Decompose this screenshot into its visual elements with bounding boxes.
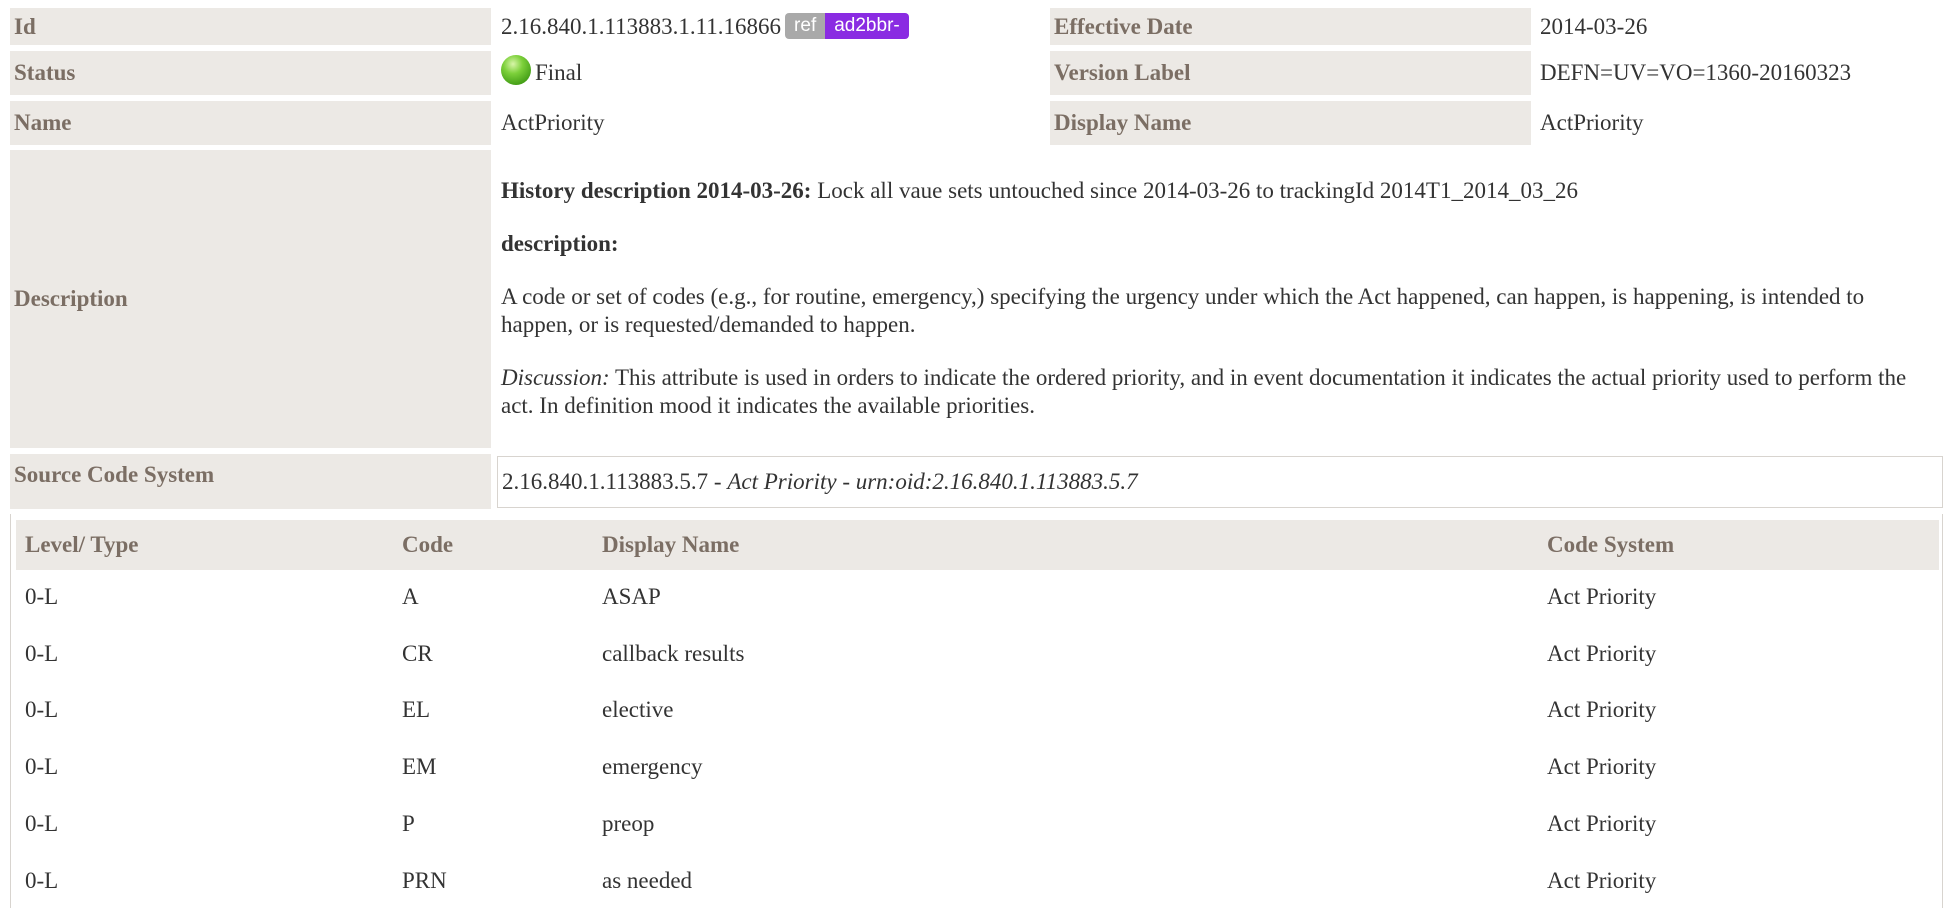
table-row: 0-L EM emergency Act Priority	[16, 745, 1939, 789]
row-display-name: ASAP	[602, 584, 661, 609]
row-level: 0-L	[25, 697, 59, 722]
row-level: 0-L	[25, 584, 59, 609]
row-code: A	[402, 584, 419, 609]
header-code-system: Code System	[1547, 532, 1675, 557]
row-code: PRN	[402, 868, 447, 893]
row-level: 0-L	[25, 754, 59, 779]
effective-date-value: 2014-03-26	[1540, 14, 1648, 39]
source-code-system-value: 2.16.840.1.113883.5.7 - Act Priority - u…	[497, 456, 1943, 508]
effective-date-label: Effective Date	[1050, 8, 1531, 45]
discussion-label: Discussion:	[501, 365, 610, 390]
display-name-label: Display Name	[1050, 101, 1531, 145]
row-code-system: Act Priority	[1547, 641, 1657, 666]
id-value: 2.16.840.1.113883.1.11.16866	[501, 14, 782, 39]
id-value-cell: 2.16.840.1.113883.1.11.16866 ref ad2bbr-	[501, 8, 1041, 45]
row-display-name: as needed	[602, 868, 693, 893]
table-row: 0-L EL elective Act Priority	[16, 688, 1939, 732]
discussion-paragraph: Discussion: This attribute is used in or…	[501, 364, 1941, 420]
header-display-name: Display Name	[602, 532, 740, 557]
valueset-detail-page: Id 2.16.840.1.113883.1.11.16866 ref ad2bbr…	[0, 0, 1946, 908]
source-code-system-label: Source Code System	[10, 454, 491, 509]
source-sep-1: -	[708, 469, 728, 494]
prefix-badge-label: ad2bbr-	[825, 12, 909, 39]
description-content: History description 2014-03-26: Lock all…	[501, 150, 1941, 448]
table-row: 0-L P preop Act Priority	[16, 802, 1939, 846]
description-paragraph: A code or set of codes (e.g., for routin…	[501, 284, 1865, 337]
row-code: P	[402, 811, 415, 836]
row-code-system: Act Priority	[1547, 697, 1657, 722]
description-label: Description	[10, 150, 491, 448]
row-level: 0-L	[25, 641, 59, 666]
table-row: 0-L CR callback results Act Priority	[16, 632, 1939, 676]
ref-badge[interactable]: ref ad2bbr-	[785, 12, 909, 39]
display-name-value: ActPriority	[1540, 110, 1644, 135]
description-label-text: Description	[14, 286, 128, 311]
source-sep-2: -	[836, 469, 856, 494]
row-display-name: elective	[602, 697, 674, 722]
row-level: 0-L	[25, 811, 59, 836]
row-display-name: callback results	[602, 641, 745, 666]
row-display-name: preop	[602, 811, 655, 836]
ref-badge-label: ref	[785, 12, 826, 39]
history-heading: History description 2014-03-26:	[501, 178, 812, 203]
id-label: Id	[10, 8, 491, 45]
row-code-system: Act Priority	[1547, 754, 1657, 779]
header-level-type: Level/ Type	[25, 532, 139, 557]
header-code: Code	[402, 532, 454, 557]
status-label: Status	[10, 51, 491, 95]
version-label-value: DEFN=UV=VO=1360-20160323	[1540, 60, 1852, 85]
row-display-name: emergency	[602, 754, 703, 779]
source-oid: 2.16.840.1.113883.5.7	[502, 469, 709, 494]
concept-table-header: Level/ Type Code Display Name Code Syste…	[16, 520, 1939, 570]
status-value-cell: Final	[501, 51, 1041, 95]
name-label: Name	[10, 101, 491, 145]
table-row: 0-L A ASAP Act Priority	[16, 575, 1939, 619]
history-text: Lock all vaue sets untouched since 2014-…	[811, 178, 1578, 203]
history-description: History description 2014-03-26: Lock all…	[501, 177, 1941, 205]
row-code: EM	[402, 754, 437, 779]
description-heading-para: description:	[501, 230, 1941, 258]
source-urn: urn:oid:2.16.840.1.113883.5.7	[855, 469, 1138, 494]
discussion-text: This attribute is used in orders to indi…	[501, 365, 1907, 418]
status-final-icon	[501, 54, 531, 85]
row-code: EL	[402, 697, 431, 722]
name-value: ActPriority	[501, 110, 605, 135]
row-code-system: Act Priority	[1547, 811, 1657, 836]
table-row: 0-L PRN as needed Act Priority	[16, 859, 1939, 903]
row-level: 0-L	[25, 868, 59, 893]
version-label-label: Version Label	[1050, 51, 1531, 95]
row-code-system: Act Priority	[1547, 868, 1657, 893]
status-value: Final	[535, 60, 583, 85]
row-code: CR	[402, 641, 433, 666]
description-heading: description:	[501, 231, 619, 256]
row-code-system: Act Priority	[1547, 584, 1657, 609]
source-name: Act Priority	[727, 469, 837, 494]
